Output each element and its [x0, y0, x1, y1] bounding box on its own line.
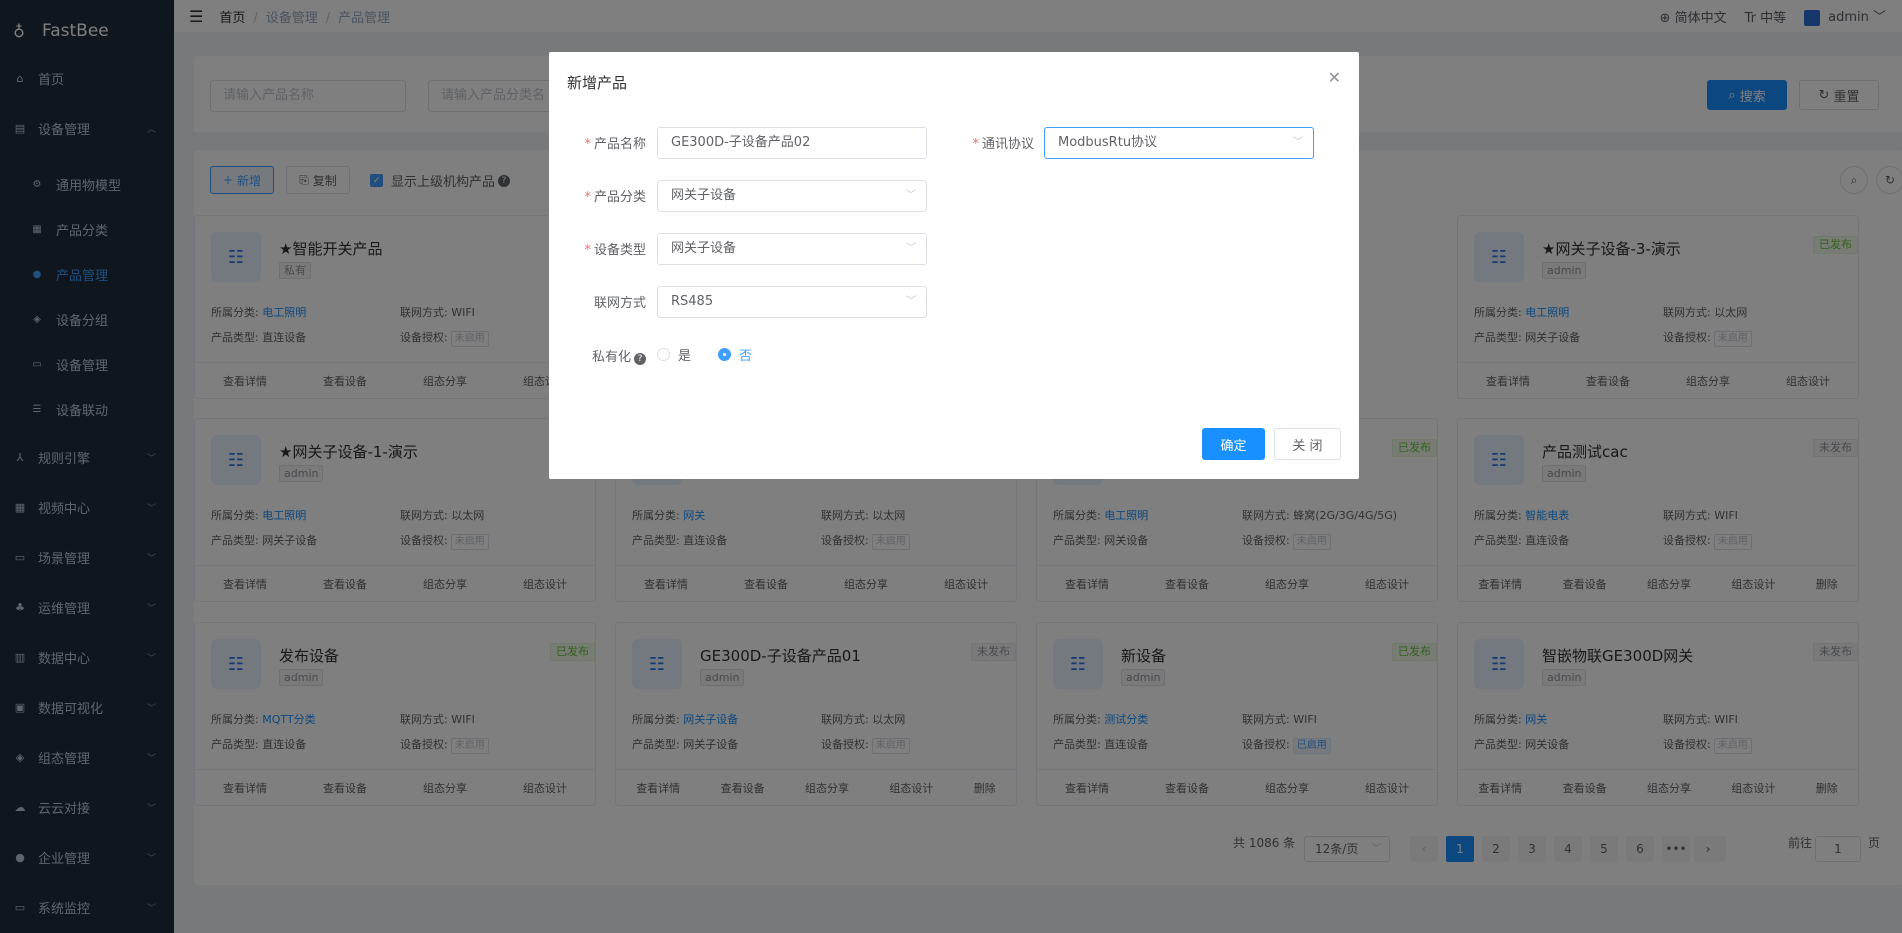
radio-checked-icon [718, 348, 731, 361]
device-type-select[interactable]: 网关子设备 ﹀ [657, 233, 927, 265]
add-product-dialog: 新增产品 ✕ * 产品名称 GE300D-子设备产品02 * 通讯协议 Modbus… [549, 52, 1359, 479]
category-select[interactable]: 网关子设备 ﹀ [657, 180, 927, 212]
dialog-title: 新增产品 [567, 74, 628, 92]
category-label: * 产品分类 [584, 190, 646, 205]
device-type-label: * 设备类型 [584, 243, 646, 258]
chevron-down-icon: ﹀ [906, 296, 916, 307]
chevron-down-icon: ﹀ [906, 190, 916, 201]
network-label: 联网方式 [593, 296, 646, 311]
product-name-input[interactable]: GE300D-子设备产品02 [657, 127, 927, 159]
product-name-label: * 产品名称 [584, 137, 646, 152]
help-icon[interactable]: ? [634, 353, 646, 365]
chevron-down-icon: ﹀ [1293, 137, 1303, 148]
network-select[interactable]: RS485 ﹀ [657, 286, 927, 318]
close-button[interactable]: 关 闭 [1274, 428, 1341, 460]
protocol-label: * 通讯协议 [972, 137, 1034, 152]
protocol-select[interactable]: ModbusRtu协议 ﹀ [1044, 127, 1314, 159]
close-icon[interactable]: ✕ [1328, 68, 1341, 87]
private-no-radio[interactable]: 否 [718, 345, 752, 364]
radio-unchecked-icon [657, 348, 670, 361]
chevron-down-icon: ﹀ [906, 243, 916, 254]
confirm-button[interactable]: 确定 [1202, 428, 1265, 460]
private-yes-radio[interactable]: 是 [657, 345, 691, 364]
private-label: 私有化? [569, 346, 646, 365]
